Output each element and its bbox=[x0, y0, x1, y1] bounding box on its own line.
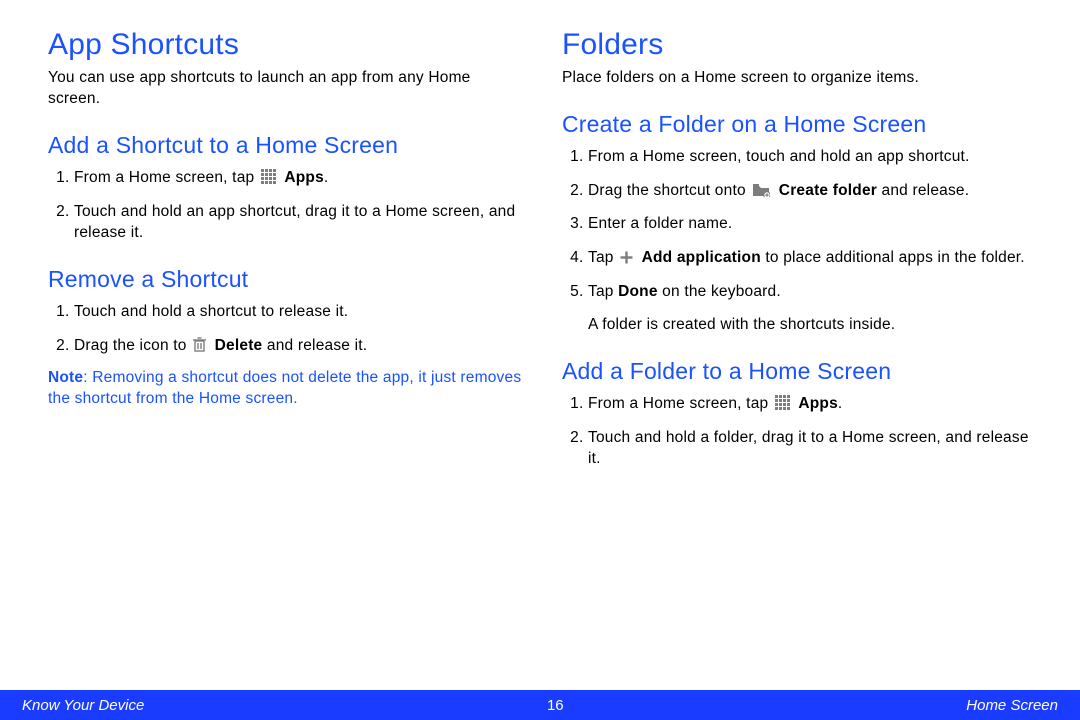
step-text: . bbox=[324, 169, 329, 186]
list-item: Touch and hold an app shortcut, drag it … bbox=[74, 201, 522, 244]
intro-app-shortcuts: You can use app shortcuts to launch an a… bbox=[48, 68, 522, 110]
apps-grid-icon bbox=[261, 169, 276, 184]
folder-add-icon bbox=[752, 183, 770, 197]
heading-create-folder: Create a Folder on a Home Screen bbox=[562, 111, 1036, 138]
steps-create-folder: From a Home screen, touch and hold an ap… bbox=[562, 146, 1036, 336]
left-column: App Shortcuts You can use app shortcuts … bbox=[48, 28, 522, 680]
step-text-bold: Apps bbox=[284, 169, 324, 186]
heading-folders: Folders bbox=[562, 28, 1036, 62]
document-page: App Shortcuts You can use app shortcuts … bbox=[0, 0, 1080, 720]
steps-add-folder: From a Home screen, tap Apps. Touch and … bbox=[562, 393, 1036, 470]
steps-remove-shortcut: Touch and hold a shortcut to release it.… bbox=[48, 301, 522, 356]
plus-icon bbox=[620, 251, 633, 264]
content-area: App Shortcuts You can use app shortcuts … bbox=[0, 0, 1080, 690]
list-item: Tap Add application to place additional … bbox=[588, 247, 1036, 269]
step-text-bold: Apps bbox=[798, 395, 838, 412]
list-item: From a Home screen, tap Apps. bbox=[74, 167, 522, 189]
footer-left: Know Your Device bbox=[22, 697, 144, 714]
list-item: From a Home screen, touch and hold an ap… bbox=[588, 146, 1036, 168]
list-item: Drag the shortcut onto Create folder and… bbox=[588, 180, 1036, 202]
list-item: From a Home screen, tap Apps. bbox=[588, 393, 1036, 415]
right-column: Folders Place folders on a Home screen t… bbox=[562, 28, 1036, 680]
step-text: and release it. bbox=[262, 337, 367, 354]
apps-grid-icon bbox=[775, 395, 790, 410]
list-item: Enter a folder name. bbox=[588, 213, 1036, 235]
step-text: . bbox=[838, 395, 843, 412]
page-footer: Know Your Device 16 Home Screen bbox=[0, 690, 1080, 720]
list-item: Drag the icon to Delete and release it. bbox=[74, 335, 522, 357]
footer-page-number: 16 bbox=[547, 697, 564, 714]
step-text-bold: Done bbox=[618, 283, 658, 300]
heading-app-shortcuts: App Shortcuts bbox=[48, 28, 522, 62]
list-item: Tap Done on the keyboard. A folder is cr… bbox=[588, 281, 1036, 336]
list-item: Touch and hold a shortcut to release it. bbox=[74, 301, 522, 323]
step-text: From a Home screen, tap bbox=[74, 169, 259, 186]
step-text: Drag the icon to bbox=[74, 337, 191, 354]
step-text: on the keyboard. bbox=[658, 283, 781, 300]
step-text: From a Home screen, tap bbox=[588, 395, 773, 412]
steps-add-shortcut: From a Home screen, tap Apps. Touch and … bbox=[48, 167, 522, 244]
note-label: Note bbox=[48, 369, 83, 386]
intro-folders: Place folders on a Home screen to organi… bbox=[562, 68, 1036, 89]
heading-add-folder: Add a Folder to a Home Screen bbox=[562, 358, 1036, 385]
step-tail: A folder is created with the shortcuts i… bbox=[588, 314, 1036, 336]
step-text: and release. bbox=[877, 182, 969, 199]
footer-right: Home Screen bbox=[966, 697, 1058, 714]
step-text: Tap bbox=[588, 249, 618, 266]
step-text-bold: Delete bbox=[215, 337, 263, 354]
step-text: Tap bbox=[588, 283, 618, 300]
list-item: Touch and hold a folder, drag it to a Ho… bbox=[588, 427, 1036, 470]
note-text: : Removing a shortcut does not delete th… bbox=[48, 369, 521, 407]
step-text: Drag the shortcut onto bbox=[588, 182, 750, 199]
step-text-bold: Create folder bbox=[779, 182, 877, 199]
heading-remove-shortcut: Remove a Shortcut bbox=[48, 266, 522, 293]
heading-add-shortcut: Add a Shortcut to a Home Screen bbox=[48, 132, 522, 159]
note-remove-shortcut: Note: Removing a shortcut does not delet… bbox=[48, 368, 522, 410]
step-text-bold: Add application bbox=[642, 249, 761, 266]
trash-icon bbox=[193, 337, 206, 352]
step-text: to place additional apps in the folder. bbox=[761, 249, 1025, 266]
